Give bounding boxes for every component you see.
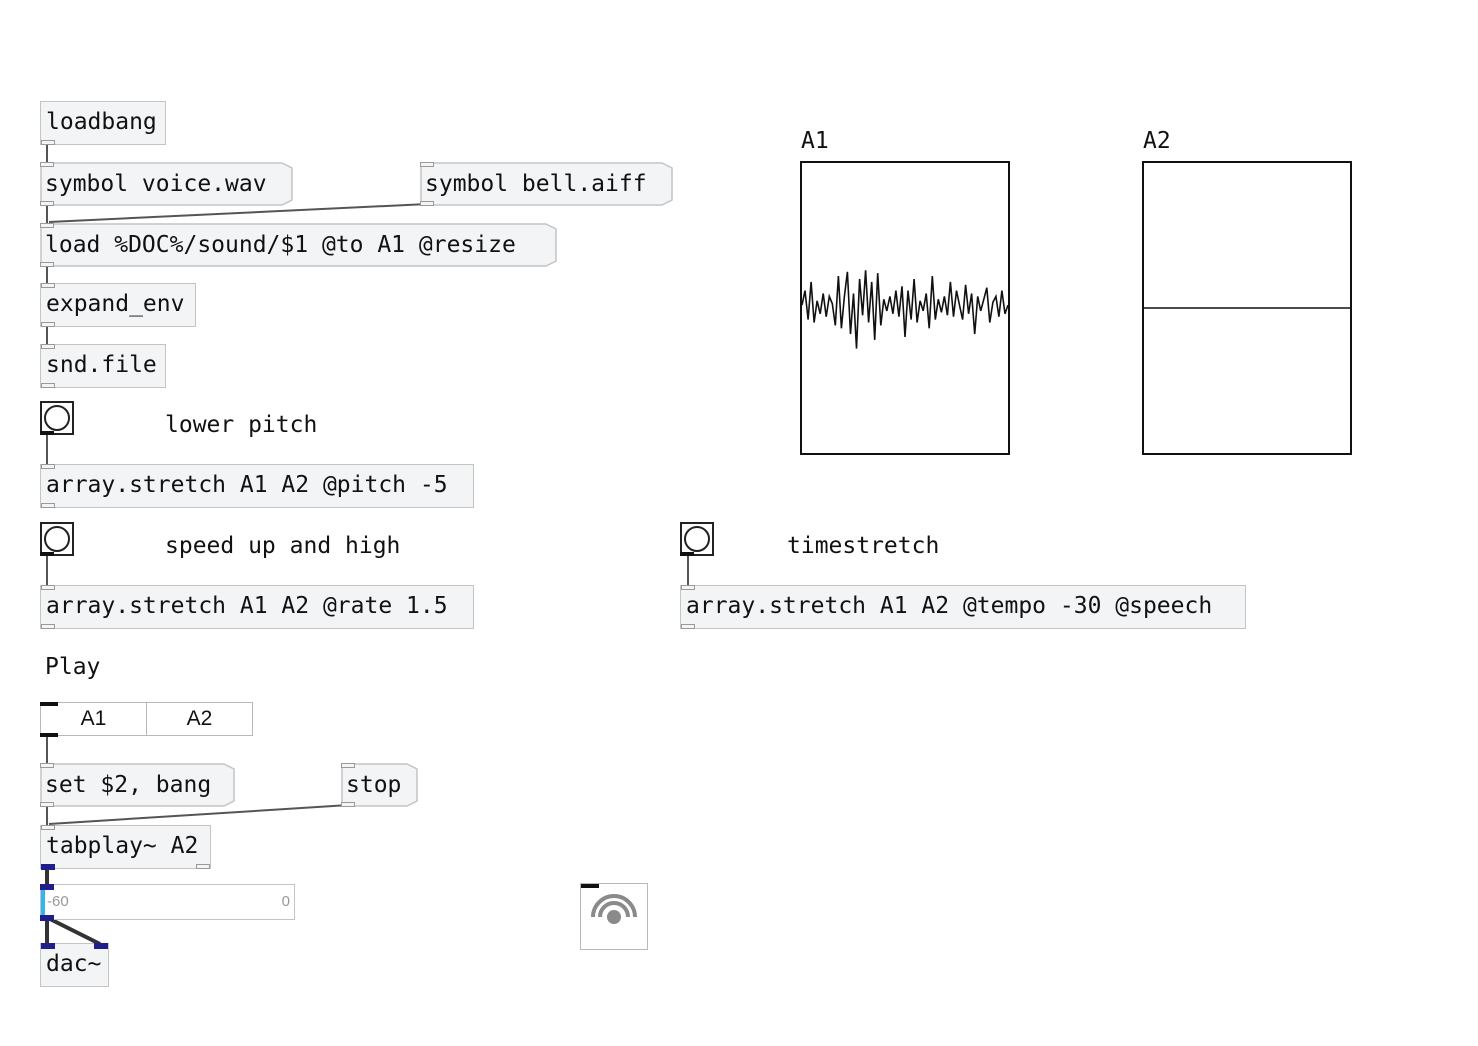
stretch-tempo-inlet[interactable] <box>681 585 695 590</box>
stretch-pitch-label: array.stretch A1 A2 @pitch -5 <box>46 472 448 498</box>
voice-wav-outlet[interactable] <box>40 201 54 206</box>
tabs-inlet[interactable] <box>40 702 58 706</box>
dac-object[interactable]: dac~ <box>40 943 109 987</box>
dac-right-inlet[interactable] <box>94 943 108 949</box>
array-a1-label: A1 <box>801 128 829 154</box>
stretch-tempo-label: array.stretch A1 A2 @tempo -30 @speech <box>686 593 1213 619</box>
array-a2-label: A2 <box>1143 128 1171 154</box>
tabplay-signal-outlet[interactable] <box>41 864 55 870</box>
stretch-tempo-object[interactable]: array.stretch A1 A2 @tempo -30 @speech <box>680 585 1246 629</box>
snd-file-outlet[interactable] <box>41 383 55 388</box>
bell-aiff-inlet[interactable] <box>420 162 434 167</box>
stop-message[interactable]: stop <box>341 763 419 807</box>
tabplay-label: tabplay~ A2 <box>46 833 199 859</box>
bell-aiff-message[interactable]: symbol bell.aiff <box>420 162 674 206</box>
dac-label: dac~ <box>46 951 102 977</box>
load-message-label: load %DOC%/sound/$1 @to A1 @resize <box>45 232 516 258</box>
speaker-icon <box>591 894 637 924</box>
stretch-pitch-object[interactable]: array.stretch A1 A2 @pitch -5 <box>40 464 474 508</box>
comment-play: Play <box>45 654 101 680</box>
bell-aiff-label: symbol bell.aiff <box>425 171 647 197</box>
comment-lower-pitch: lower pitch <box>165 412 318 438</box>
voice-wav-label: symbol voice.wav <box>45 171 267 197</box>
snd-file-label: snd.file <box>46 352 157 378</box>
stretch-rate-outlet[interactable] <box>41 624 55 629</box>
snd-file-object[interactable]: snd.file <box>40 344 166 388</box>
set-bang-message[interactable]: set $2, bang <box>40 763 236 807</box>
loadbang-outlet[interactable] <box>41 140 55 145</box>
voice-wav-inlet[interactable] <box>40 162 54 167</box>
bang-outlet[interactable] <box>40 552 54 556</box>
meter-min-label: -60 <box>47 893 69 910</box>
set-bang-inlet[interactable] <box>40 763 54 768</box>
meter-inlet[interactable] <box>40 884 54 890</box>
bang-outlet[interactable] <box>680 552 694 556</box>
array-a2-waveform <box>1144 307 1350 309</box>
tabplay-inlet[interactable] <box>41 825 55 830</box>
array-a1-waveform <box>802 270 1008 349</box>
bell-aiff-outlet[interactable] <box>420 201 434 206</box>
meter-outlet[interactable] <box>40 915 54 921</box>
set-bang-outlet[interactable] <box>40 802 54 807</box>
dsp-toggle[interactable] <box>580 883 648 950</box>
comment-timestretch: timestretch <box>787 533 940 559</box>
loadbang-label: loadbang <box>46 109 157 135</box>
load-message[interactable]: load %DOC%/sound/$1 @to A1 @resize <box>40 223 558 267</box>
dac-left-inlet[interactable] <box>41 943 55 949</box>
snd-file-inlet[interactable] <box>41 344 55 349</box>
stretch-rate-label: array.stretch A1 A2 @rate 1.5 <box>46 593 448 619</box>
tabplay-object[interactable]: tabplay~ A2 <box>40 825 211 870</box>
load-message-inlet[interactable] <box>40 223 54 228</box>
stretch-rate-inlet[interactable] <box>41 585 55 590</box>
level-meter[interactable]: -60 0 <box>40 884 295 921</box>
bang-circle-icon <box>44 526 70 552</box>
stop-outlet[interactable] <box>341 802 355 807</box>
expand-env-label: expand_env <box>46 291 185 317</box>
bang-timestretch[interactable] <box>680 522 714 556</box>
stretch-rate-object[interactable]: array.stretch A1 A2 @rate 1.5 <box>40 585 474 629</box>
array-a1-graph[interactable] <box>800 161 1010 455</box>
voice-wav-message[interactable]: symbol voice.wav <box>40 162 294 206</box>
tabs-outlet[interactable] <box>40 733 58 737</box>
array-a2-graph[interactable] <box>1142 161 1352 455</box>
stretch-pitch-outlet[interactable] <box>41 503 55 508</box>
stop-label: stop <box>346 772 402 798</box>
load-message-outlet[interactable] <box>40 262 54 267</box>
tabplay-done-outlet[interactable] <box>196 864 210 869</box>
tab-a2[interactable]: A2 <box>146 703 252 735</box>
bang-circle-icon <box>684 526 710 552</box>
meter-max-label: 0 <box>281 893 290 910</box>
set-bang-label: set $2, bang <box>45 772 212 798</box>
bang-lower-pitch[interactable] <box>40 401 74 435</box>
stretch-tempo-outlet[interactable] <box>681 624 695 629</box>
waveform-line <box>802 270 1008 349</box>
bang-circle-icon <box>44 405 70 431</box>
expand-env-inlet[interactable] <box>41 283 55 288</box>
tab-a1[interactable]: A1 <box>41 703 146 735</box>
meter-level-bar <box>41 885 45 919</box>
bang-outlet[interactable] <box>40 431 54 435</box>
expand-env-outlet[interactable] <box>41 322 55 327</box>
comment-speed-up: speed up and high <box>165 533 401 559</box>
bang-speed-up[interactable] <box>40 522 74 556</box>
stretch-pitch-inlet[interactable] <box>41 464 55 469</box>
expand-env-object[interactable]: expand_env <box>40 283 196 327</box>
loadbang-object[interactable]: loadbang <box>40 101 166 145</box>
array-tab-selector[interactable]: A1 A2 <box>40 702 253 737</box>
stop-inlet[interactable] <box>341 763 355 768</box>
